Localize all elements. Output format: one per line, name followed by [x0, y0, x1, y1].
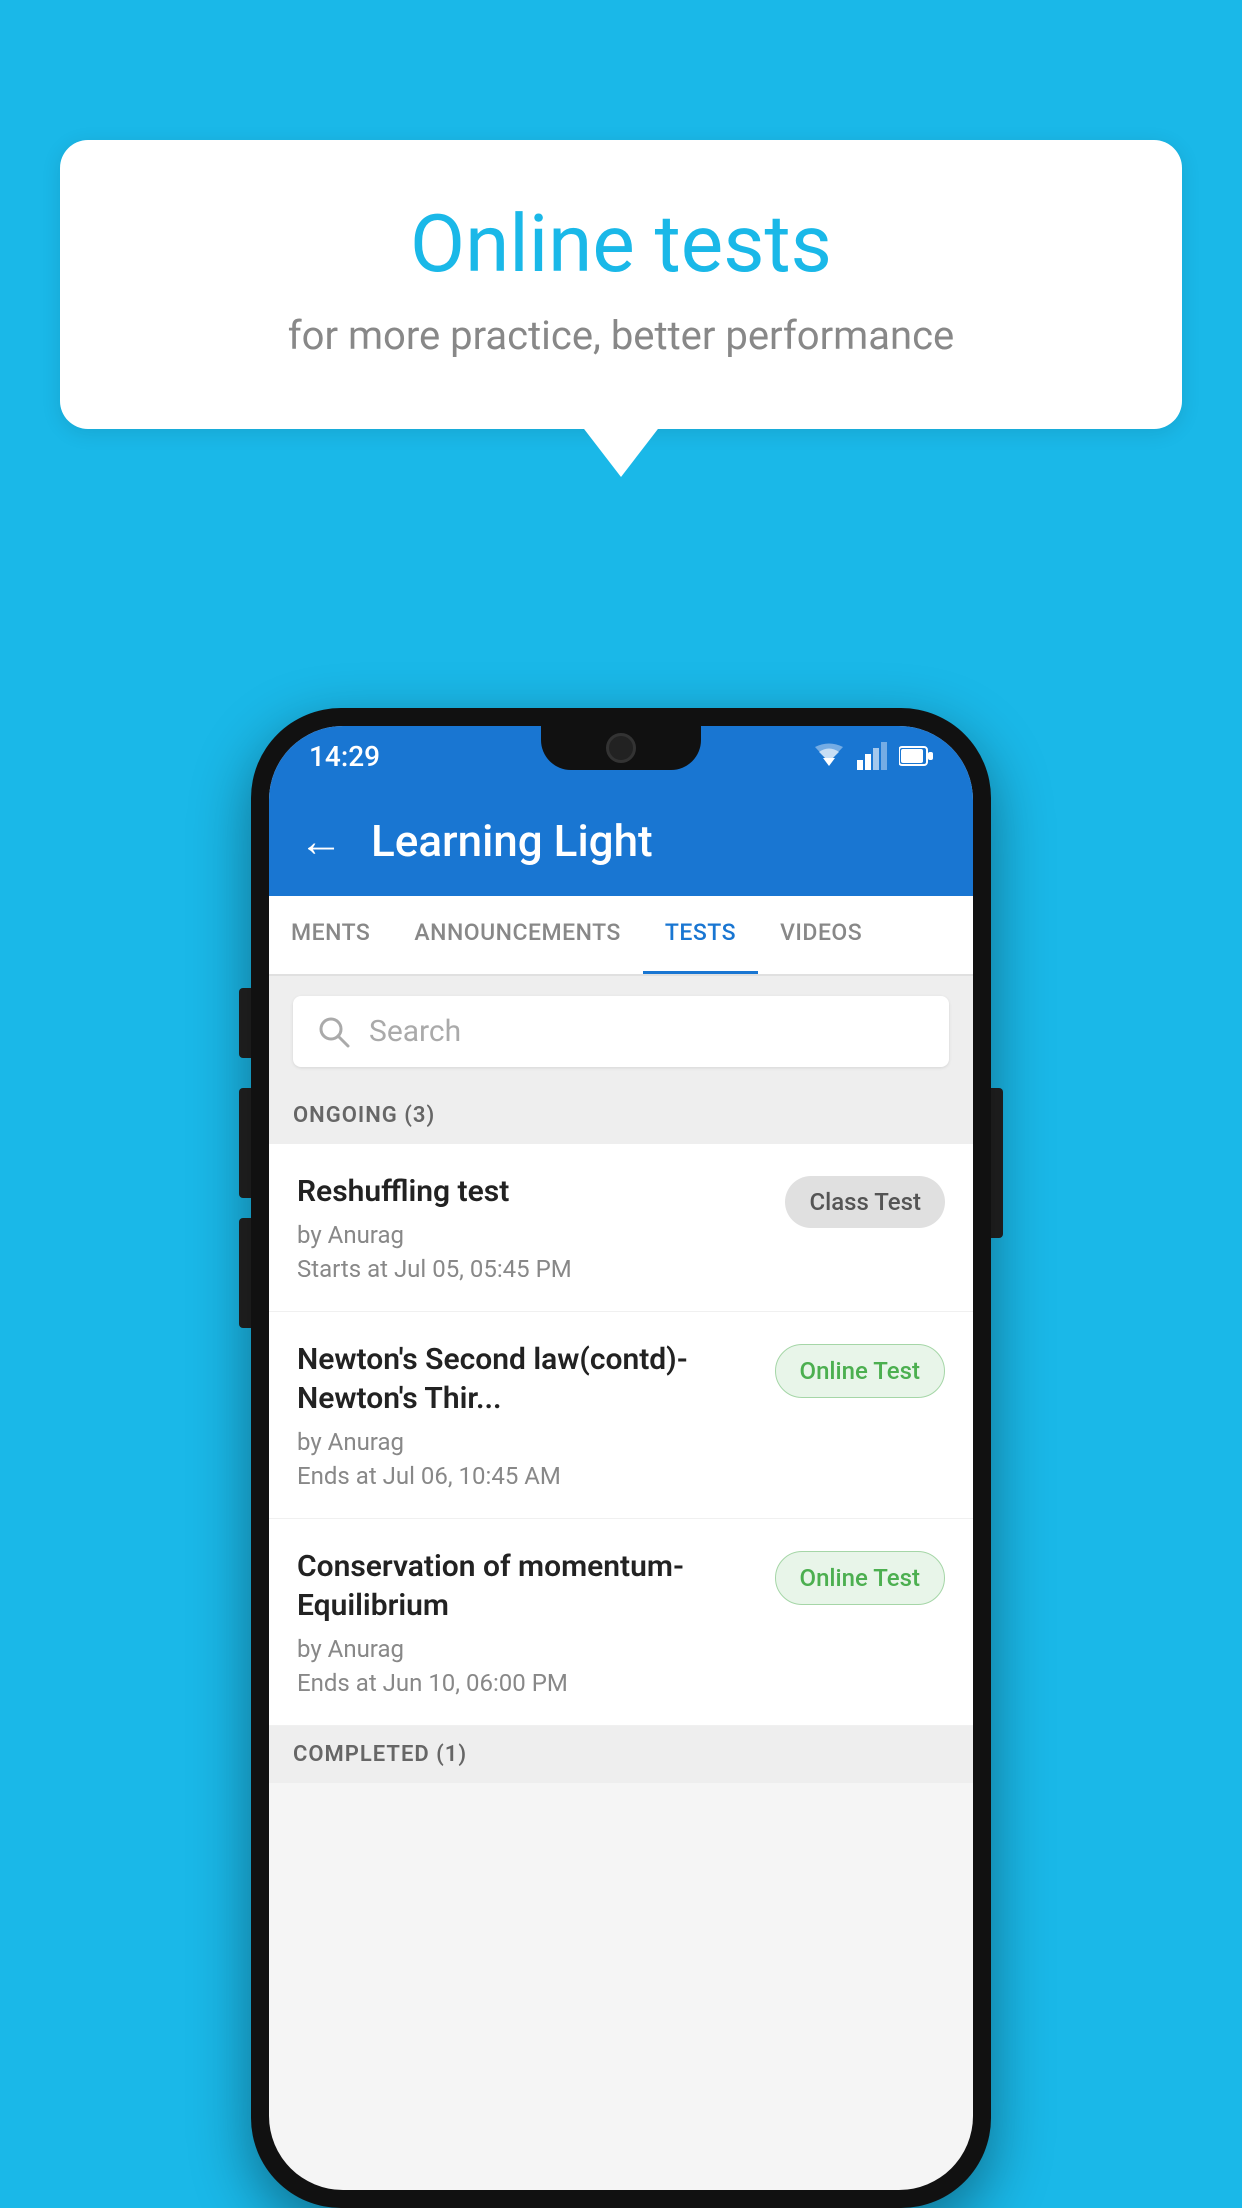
test-item[interactable]: Conservation of momentum-Equilibrium by …	[269, 1519, 973, 1726]
test-author: by Anurag	[297, 1221, 769, 1249]
test-time: Ends at Jul 06, 10:45 AM	[297, 1462, 759, 1490]
bubble-subtitle: for more practice, better performance	[140, 312, 1102, 359]
phone-mockup: 14:29	[251, 708, 991, 2208]
test-name: Reshuffling test	[297, 1172, 769, 1211]
test-name: Conservation of momentum-Equilibrium	[297, 1547, 759, 1625]
tab-tests[interactable]: TESTS	[643, 896, 758, 974]
test-list: Reshuffling test by Anurag Starts at Jul…	[269, 1144, 973, 1726]
search-container: Search	[269, 976, 973, 1087]
test-info: Newton's Second law(contd)-Newton's Thir…	[297, 1340, 759, 1490]
status-icons	[813, 742, 933, 770]
test-info: Reshuffling test by Anurag Starts at Jul…	[297, 1172, 769, 1283]
speech-bubble: Online tests for more practice, better p…	[60, 140, 1182, 429]
tabs-bar: MENTS ANNOUNCEMENTS TESTS VIDEOS	[269, 896, 973, 976]
power-button	[991, 1088, 1003, 1238]
test-badge: Class Test	[785, 1176, 945, 1228]
test-time: Ends at Jun 10, 06:00 PM	[297, 1669, 759, 1697]
search-placeholder: Search	[369, 1014, 461, 1049]
search-bar[interactable]: Search	[293, 996, 949, 1067]
battery-icon	[899, 745, 933, 767]
phone-notch	[541, 726, 701, 770]
test-badge: Online Test	[775, 1344, 945, 1398]
tab-announcements[interactable]: ANNOUNCEMENTS	[392, 896, 642, 974]
volume-up-button	[239, 988, 251, 1058]
signal-icon	[857, 742, 887, 770]
completed-section-header: COMPLETED (1)	[269, 1726, 973, 1783]
test-author: by Anurag	[297, 1635, 759, 1663]
promo-section: Online tests for more practice, better p…	[60, 140, 1182, 429]
back-button[interactable]: ←	[299, 815, 343, 867]
status-time: 14:29	[309, 740, 380, 773]
search-icon	[317, 1015, 351, 1049]
test-item[interactable]: Newton's Second law(contd)-Newton's Thir…	[269, 1312, 973, 1519]
camera	[606, 733, 636, 763]
tab-videos[interactable]: VIDEOS	[758, 896, 884, 974]
test-name: Newton's Second law(contd)-Newton's Thir…	[297, 1340, 759, 1418]
app-bar: ← Learning Light	[269, 786, 973, 896]
app-title: Learning Light	[371, 815, 653, 867]
test-item[interactable]: Reshuffling test by Anurag Starts at Jul…	[269, 1144, 973, 1312]
test-info: Conservation of momentum-Equilibrium by …	[297, 1547, 759, 1697]
phone-body: 14:29	[251, 708, 991, 2208]
test-badge: Online Test	[775, 1551, 945, 1605]
ongoing-section-header: ONGOING (3)	[269, 1087, 973, 1144]
tab-ments[interactable]: MENTS	[269, 896, 392, 974]
volume-extra-button	[239, 1218, 251, 1328]
bubble-title: Online tests	[140, 200, 1102, 288]
test-author: by Anurag	[297, 1428, 759, 1456]
volume-down-button	[239, 1088, 251, 1198]
wifi-icon	[813, 742, 845, 770]
phone-screen: 14:29	[269, 726, 973, 2190]
test-time: Starts at Jul 05, 05:45 PM	[297, 1255, 769, 1283]
